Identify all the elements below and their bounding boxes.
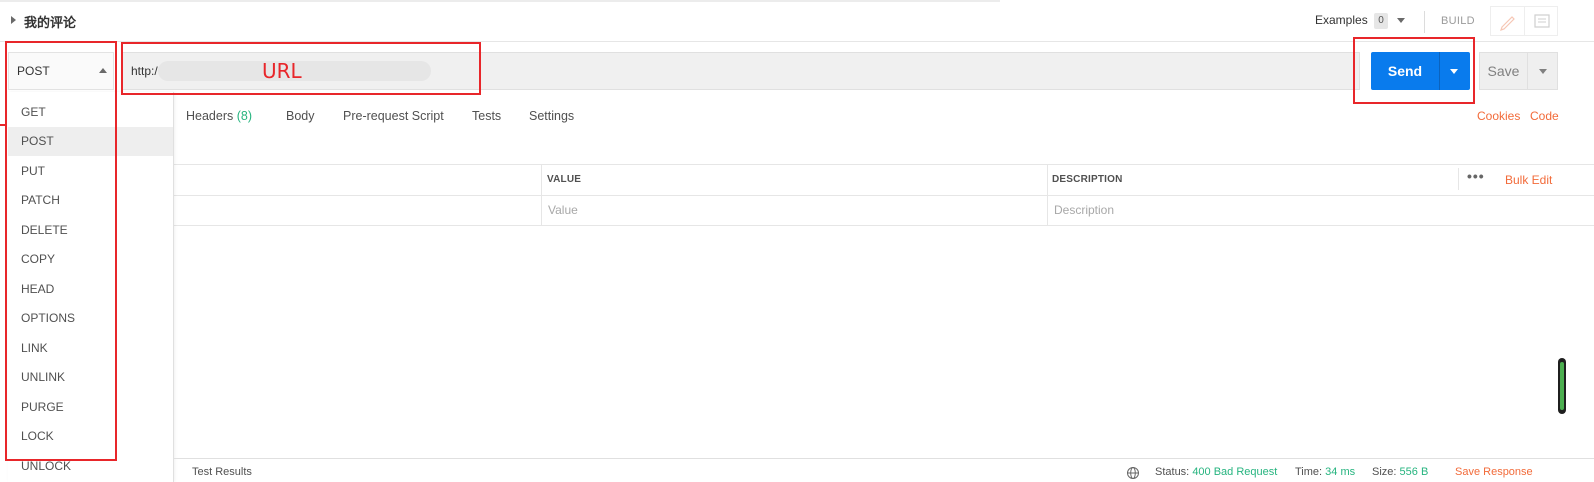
tab-headers[interactable]: Headers (8) — [186, 109, 252, 123]
method-option-unlock[interactable]: UNLOCK — [8, 452, 173, 481]
annotation-mark — [0, 124, 6, 126]
method-selected-value: POST — [17, 64, 50, 78]
status-label: Status: — [1155, 466, 1190, 478]
method-option-head[interactable]: HEAD — [8, 275, 173, 304]
description-input[interactable]: Description — [1054, 203, 1114, 217]
method-option-patch[interactable]: PATCH — [8, 186, 173, 215]
method-option-options[interactable]: OPTIONS — [8, 304, 173, 333]
chevron-down-icon[interactable] — [1397, 18, 1405, 23]
response-status: Status: 400 Bad Request — [1155, 466, 1277, 478]
column-divider — [1047, 164, 1048, 226]
time-label: Time: — [1295, 466, 1323, 478]
method-option-purge[interactable]: PURGE — [8, 393, 173, 422]
cookies-link[interactable]: Cookies — [1477, 109, 1520, 123]
value-input[interactable]: Value — [548, 203, 578, 217]
method-dropdown-menu: GET POST PUT PATCH DELETE COPY HEAD OPTI… — [8, 92, 174, 482]
save-button[interactable]: Save — [1479, 52, 1528, 90]
method-option-put[interactable]: PUT — [8, 157, 173, 186]
pencil-icon — [1500, 16, 1515, 31]
method-option-post[interactable]: POST — [8, 127, 173, 156]
tab-tests[interactable]: Tests — [472, 109, 501, 123]
time-value: 34 ms — [1325, 466, 1356, 478]
headers-count: (8) — [236, 109, 253, 123]
method-option-get[interactable]: GET — [8, 98, 173, 127]
table-top-border — [174, 164, 1594, 165]
globe-icon[interactable] — [1126, 466, 1140, 480]
column-divider — [1458, 168, 1459, 190]
edit-button[interactable] — [1490, 6, 1524, 36]
code-link[interactable]: Code — [1530, 109, 1559, 123]
build-mode-label[interactable]: BUILD — [1441, 15, 1475, 27]
status-value: 400 Bad Request — [1192, 466, 1278, 478]
method-option-lock[interactable]: LOCK — [8, 422, 173, 451]
column-header-value: VALUE — [547, 174, 582, 185]
save-response-button[interactable]: Save Response — [1455, 466, 1533, 478]
send-button[interactable]: Send — [1371, 52, 1439, 90]
table-header-border — [174, 195, 1594, 196]
comments-button[interactable] — [1524, 6, 1558, 36]
test-results-tab[interactable]: Test Results — [192, 466, 252, 478]
column-divider — [541, 164, 542, 226]
more-horizontal-icon[interactable]: ••• — [1467, 168, 1485, 184]
caret-right-icon[interactable] — [11, 16, 16, 24]
method-option-copy[interactable]: COPY — [8, 245, 173, 274]
examples-label[interactable]: Examples — [1315, 13, 1368, 27]
method-option-unlink[interactable]: UNLINK — [8, 363, 173, 392]
request-title[interactable]: 我的评论 — [24, 12, 76, 31]
table-row-border — [174, 225, 1594, 226]
top-stripe — [0, 0, 1000, 2]
tab-body[interactable]: Body — [286, 109, 315, 123]
response-bar-border — [174, 458, 1594, 459]
bulk-edit-link[interactable]: Bulk Edit — [1505, 173, 1552, 187]
tab-settings[interactable]: Settings — [529, 109, 574, 123]
chevron-down-icon — [1539, 69, 1547, 74]
examples-count-badge: 0 — [1374, 13, 1388, 29]
size-value: 556 B — [1399, 466, 1429, 478]
method-option-link[interactable]: LINK — [8, 334, 173, 363]
comment-icon — [1534, 14, 1550, 28]
divider — [1424, 11, 1425, 33]
url-annotation-label: URL — [262, 59, 302, 83]
tab-headers-label: Headers — [186, 109, 234, 123]
response-size: Size: 556 B — [1372, 466, 1428, 478]
response-time: Time: 34 ms — [1295, 466, 1355, 478]
chevron-up-icon — [99, 68, 107, 73]
size-label: Size: — [1372, 466, 1397, 478]
scrollbar-thumb[interactable] — [1560, 362, 1564, 410]
column-header-description: DESCRIPTION — [1052, 174, 1123, 185]
tab-pre-request-script[interactable]: Pre-request Script — [343, 109, 444, 123]
method-option-delete[interactable]: DELETE — [8, 216, 173, 245]
chevron-down-icon — [1450, 69, 1458, 74]
